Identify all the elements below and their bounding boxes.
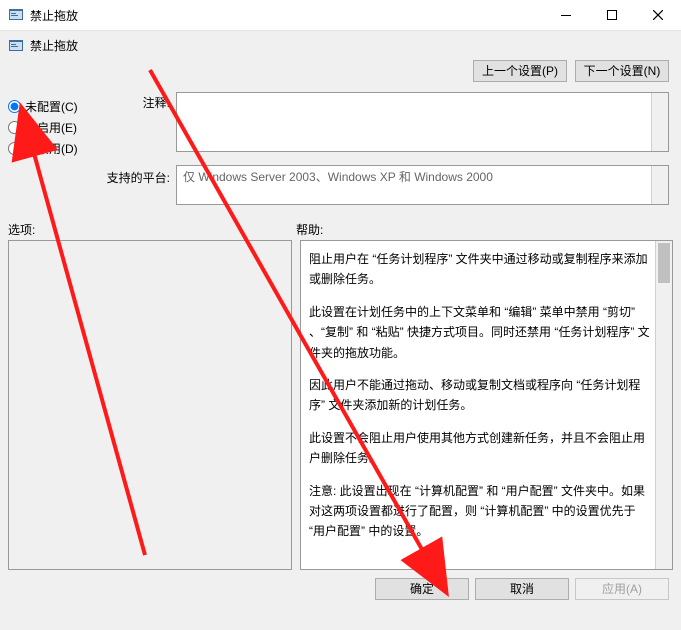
dialog-window: 禁止拖放 禁止拖放 上一个设置(P) 下一个设置(N) 未配置(C) xyxy=(0,0,681,630)
apply-button[interactable]: 应用(A) xyxy=(575,578,669,600)
radio-disabled[interactable]: 已禁用(D) xyxy=(8,140,98,157)
subtitle-text: 禁止拖放 xyxy=(30,37,78,54)
next-setting-label: 下一个设置(N) xyxy=(584,64,661,78)
help-paragraph: 因此用户不能通过拖动、移动或复制文档或程序向 “任务计划程序” 文件夹添加新的计… xyxy=(309,375,650,416)
radio-disabled-label: 已禁用(D) xyxy=(25,140,78,157)
radio-not-configured[interactable]: 未配置(C) xyxy=(8,98,98,115)
help-panel: 阻止用户在 “任务计划程序” 文件夹中通过移动或复制程序来添加或删除任务。 此设… xyxy=(300,240,673,570)
supported-label: 支持的平台: xyxy=(98,165,176,186)
apply-label: 应用(A) xyxy=(602,582,642,596)
previous-setting-label: 上一个设置(P) xyxy=(482,64,558,78)
help-scrollbar-thumb[interactable] xyxy=(658,243,670,283)
supported-platforms-box: 仅 Windows Server 2003、Windows XP 和 Windo… xyxy=(176,165,669,205)
radio-enabled-label: 已启用(E) xyxy=(25,119,77,136)
minimize-button[interactable] xyxy=(543,0,589,30)
section-labels: 选项: 帮助: xyxy=(0,205,681,240)
nav-row: 上一个设置(P) 下一个设置(N) xyxy=(0,56,681,92)
minimize-icon xyxy=(561,10,571,20)
next-setting-button[interactable]: 下一个设置(N) xyxy=(575,60,669,82)
supported-platforms-text: 仅 Windows Server 2003、Windows XP 和 Windo… xyxy=(183,170,493,184)
close-icon xyxy=(653,10,663,20)
close-button[interactable] xyxy=(635,0,681,30)
previous-setting-button[interactable]: 上一个设置(P) xyxy=(473,60,567,82)
config-row: 未配置(C) 已启用(E) 已禁用(D) 注释: xyxy=(0,92,681,161)
radio-group: 未配置(C) 已启用(E) 已禁用(D) xyxy=(8,92,98,161)
radio-disabled-input[interactable] xyxy=(8,142,21,155)
help-paragraph: 注意: 此设置出现在 “计算机配置” 和 “用户配置” 文件夹中。如果对这两项设… xyxy=(309,481,650,542)
app-icon xyxy=(8,7,24,23)
help-scrollbar[interactable] xyxy=(655,241,672,569)
main-area: 阻止用户在 “任务计划程序” 文件夹中通过移动或复制程序来添加或删除任务。 此设… xyxy=(0,240,681,570)
remarks-label: 注释: xyxy=(98,92,176,111)
radio-enabled-input[interactable] xyxy=(8,121,21,134)
options-panel xyxy=(8,240,292,570)
radio-enabled[interactable]: 已启用(E) xyxy=(8,119,98,136)
remarks-textarea[interactable] xyxy=(176,92,669,152)
cancel-label: 取消 xyxy=(510,582,534,596)
supported-row: 支持的平台: 仅 Windows Server 2003、Windows XP … xyxy=(0,161,681,205)
subtitle-row: 禁止拖放 xyxy=(0,31,681,56)
window-title: 禁止拖放 xyxy=(30,7,78,24)
radio-not-configured-input[interactable] xyxy=(8,100,21,113)
help-paragraph: 此设置在计划任务中的上下文菜单和 “编辑” 菜单中禁用 “剪切” 、“复制” 和… xyxy=(309,302,650,363)
help-paragraph: 此设置不会阻止用户使用其他方式创建新任务，并且不会阻止用户删除任务。 xyxy=(309,428,650,469)
maximize-icon xyxy=(607,10,617,20)
title-bar: 禁止拖放 xyxy=(0,0,681,31)
help-label: 帮助: xyxy=(296,221,323,238)
maximize-button[interactable] xyxy=(589,0,635,30)
ok-label: 确定 xyxy=(410,582,434,596)
options-label: 选项: xyxy=(8,221,296,238)
ok-button[interactable]: 确定 xyxy=(375,578,469,600)
footer-buttons: 确定 取消 应用(A) xyxy=(0,570,681,600)
policy-icon xyxy=(8,38,24,54)
radio-not-configured-label: 未配置(C) xyxy=(25,98,78,115)
cancel-button[interactable]: 取消 xyxy=(475,578,569,600)
help-paragraph: 阻止用户在 “任务计划程序” 文件夹中通过移动或复制程序来添加或删除任务。 xyxy=(309,249,650,290)
